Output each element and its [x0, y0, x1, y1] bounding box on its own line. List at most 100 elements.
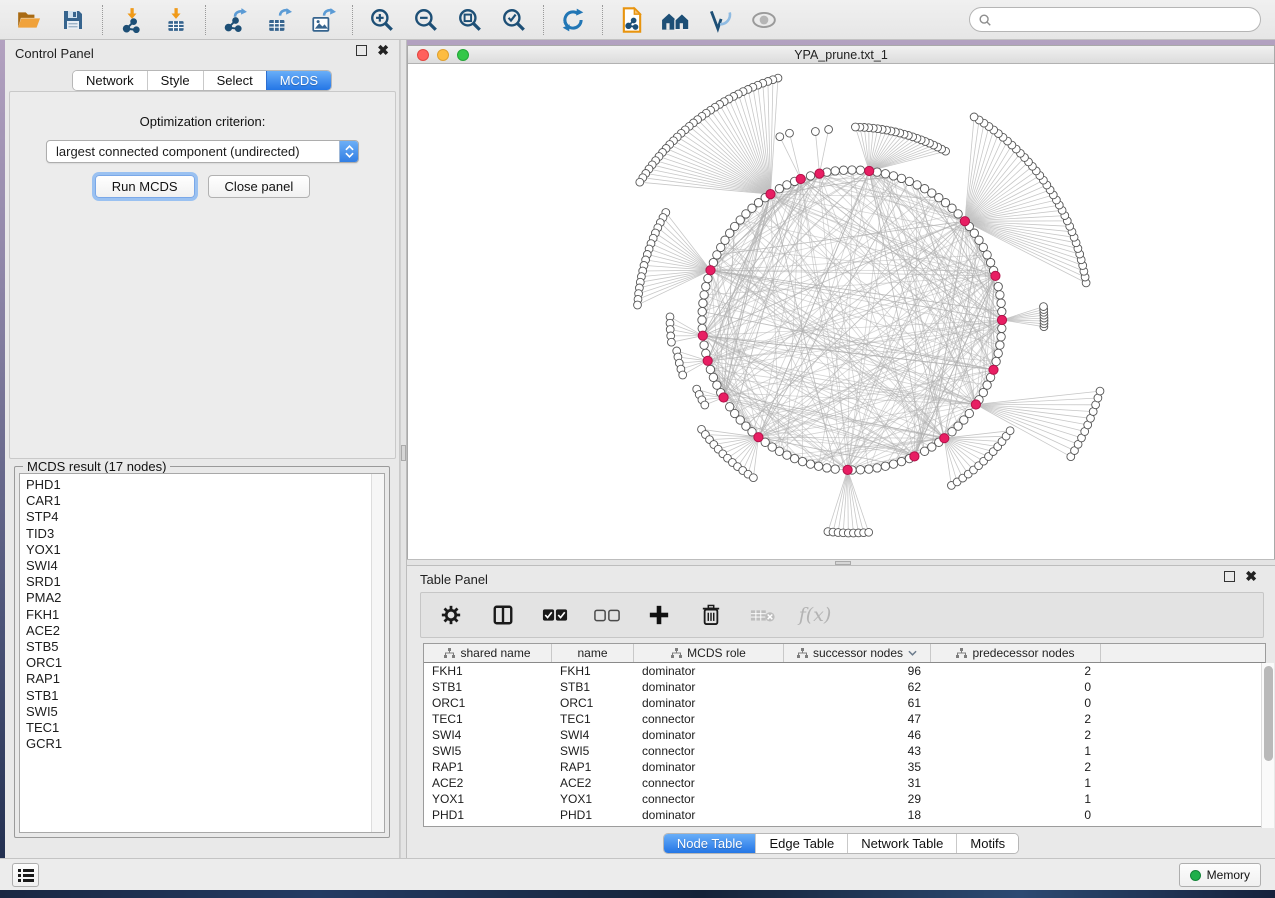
graph-hub-node[interactable]: [706, 266, 715, 275]
mcds-result-item[interactable]: STB5: [26, 639, 371, 655]
graph-leaf-node[interactable]: [668, 338, 676, 346]
table-row[interactable]: RAP1RAP1dominator352: [424, 759, 1265, 775]
graph-leaf-node[interactable]: [701, 401, 709, 409]
graph-hub-node[interactable]: [843, 465, 852, 474]
export-table-button[interactable]: [264, 6, 294, 34]
mcds-result-item[interactable]: FKH1: [26, 607, 371, 623]
graph-node[interactable]: [831, 167, 839, 175]
memory-button[interactable]: Memory: [1179, 863, 1261, 887]
tab-select[interactable]: Select: [203, 71, 266, 90]
graph-node[interactable]: [699, 299, 707, 307]
graph-node[interactable]: [897, 457, 905, 465]
delete-columns-button[interactable]: [697, 601, 725, 629]
mcds-result-item[interactable]: PMA2: [26, 590, 371, 606]
mcds-result-item[interactable]: CAR1: [26, 493, 371, 509]
tab-style[interactable]: Style: [147, 71, 203, 90]
select-all-button[interactable]: [541, 601, 569, 629]
open-button[interactable]: [14, 6, 44, 34]
graph-node[interactable]: [986, 258, 994, 266]
graph-node[interactable]: [997, 299, 1005, 307]
graph-node[interactable]: [996, 341, 1004, 349]
graph-node[interactable]: [997, 333, 1005, 341]
graph-node[interactable]: [704, 274, 712, 282]
table-row[interactable]: ORC1ORC1dominator610: [424, 695, 1265, 711]
graph-node[interactable]: [848, 166, 856, 174]
splitter-handle[interactable]: [401, 445, 406, 461]
graph-leaf-node[interactable]: [1096, 387, 1104, 395]
graph-leaf-node[interactable]: [634, 301, 642, 309]
graph-node[interactable]: [706, 365, 714, 373]
graph-node[interactable]: [948, 428, 956, 436]
graph-node[interactable]: [814, 462, 822, 470]
column-header-shared-name[interactable]: shared name: [424, 644, 552, 662]
table-row[interactable]: SWI5SWI5connector431: [424, 743, 1265, 759]
zoom-selected-button[interactable]: [499, 6, 529, 34]
save-button[interactable]: [58, 6, 88, 34]
mcds-result-item[interactable]: YOX1: [26, 542, 371, 558]
graph-node[interactable]: [889, 172, 897, 180]
mcds-result-list[interactable]: PHD1CAR1STP4TID3YOX1SWI4SRD1PMA2FKH1ACE2…: [20, 474, 371, 832]
graph-node[interactable]: [881, 170, 889, 178]
network-from-document-button[interactable]: [617, 6, 647, 34]
graph-node[interactable]: [700, 291, 708, 299]
home-button[interactable]: [661, 6, 691, 34]
search-box[interactable]: [969, 7, 1261, 32]
graph-node[interactable]: [798, 457, 806, 465]
graph-hub-node[interactable]: [910, 452, 919, 461]
graph-hub-node[interactable]: [766, 190, 775, 199]
table-row[interactable]: YOX1YOX1connector291: [424, 791, 1265, 807]
graph-node[interactable]: [998, 324, 1006, 332]
zoom-out-button[interactable]: [411, 6, 441, 34]
graph-node[interactable]: [983, 251, 991, 259]
import-table-button[interactable]: [161, 6, 191, 34]
refresh-button[interactable]: [558, 6, 588, 34]
graph-node[interactable]: [823, 464, 831, 472]
graph-hub-node[interactable]: [971, 400, 980, 409]
close-panel-icon[interactable]: ✖: [377, 45, 389, 56]
graph-hub-node[interactable]: [997, 315, 1006, 324]
export-image-button[interactable]: [308, 6, 338, 34]
graph-hub-node[interactable]: [865, 166, 874, 175]
graph-node[interactable]: [806, 172, 814, 180]
add-column-button[interactable]: [645, 601, 673, 629]
mcds-result-item[interactable]: SWI4: [26, 558, 371, 574]
table-row[interactable]: PHD1PHD1dominator180: [424, 807, 1265, 823]
graph-node[interactable]: [702, 282, 710, 290]
graph-hub-node[interactable]: [754, 433, 763, 442]
column-header-successor-nodes[interactable]: successor nodes: [784, 644, 931, 662]
mcds-result-item[interactable]: TEC1: [26, 720, 371, 736]
import-network-button[interactable]: [117, 6, 147, 34]
tab-network[interactable]: Network: [73, 71, 147, 90]
graph-hub-node[interactable]: [960, 217, 969, 226]
graph-node[interactable]: [806, 460, 814, 468]
minimize-window-button[interactable]: [437, 49, 449, 61]
table-scrollbar[interactable]: [1261, 663, 1274, 828]
graph-hub-node[interactable]: [698, 331, 707, 340]
graph-node[interactable]: [700, 341, 708, 349]
tab-mcds[interactable]: MCDS: [266, 71, 331, 90]
graph-node[interactable]: [790, 454, 798, 462]
table-row[interactable]: STB1STB1dominator620: [424, 679, 1265, 695]
mcds-result-item[interactable]: RAP1: [26, 671, 371, 687]
graph-node[interactable]: [881, 462, 889, 470]
mcds-list-scrollbar[interactable]: [371, 474, 384, 832]
mcds-result-item[interactable]: SWI5: [26, 704, 371, 720]
float-panel-icon[interactable]: [356, 45, 367, 56]
graph-node[interactable]: [713, 381, 721, 389]
graph-node[interactable]: [889, 460, 897, 468]
graph-leaf-node[interactable]: [636, 178, 644, 186]
graph-node[interactable]: [726, 403, 734, 411]
task-history-button[interactable]: [12, 863, 39, 887]
export-network-button[interactable]: [220, 6, 250, 34]
tab-node-table[interactable]: Node Table: [664, 834, 756, 853]
graph-node[interactable]: [897, 174, 905, 182]
graph-node[interactable]: [920, 447, 928, 455]
table-row[interactable]: ACE2ACE2connector311: [424, 775, 1265, 791]
graph-node[interactable]: [783, 181, 791, 189]
table-row[interactable]: TEC1TEC1connector472: [424, 711, 1265, 727]
graph-hub-node[interactable]: [719, 393, 728, 402]
tab-edge-table[interactable]: Edge Table: [755, 834, 847, 853]
graph-node[interactable]: [865, 465, 873, 473]
zoom-in-button[interactable]: [367, 6, 397, 34]
graph-hub-node[interactable]: [940, 434, 949, 443]
